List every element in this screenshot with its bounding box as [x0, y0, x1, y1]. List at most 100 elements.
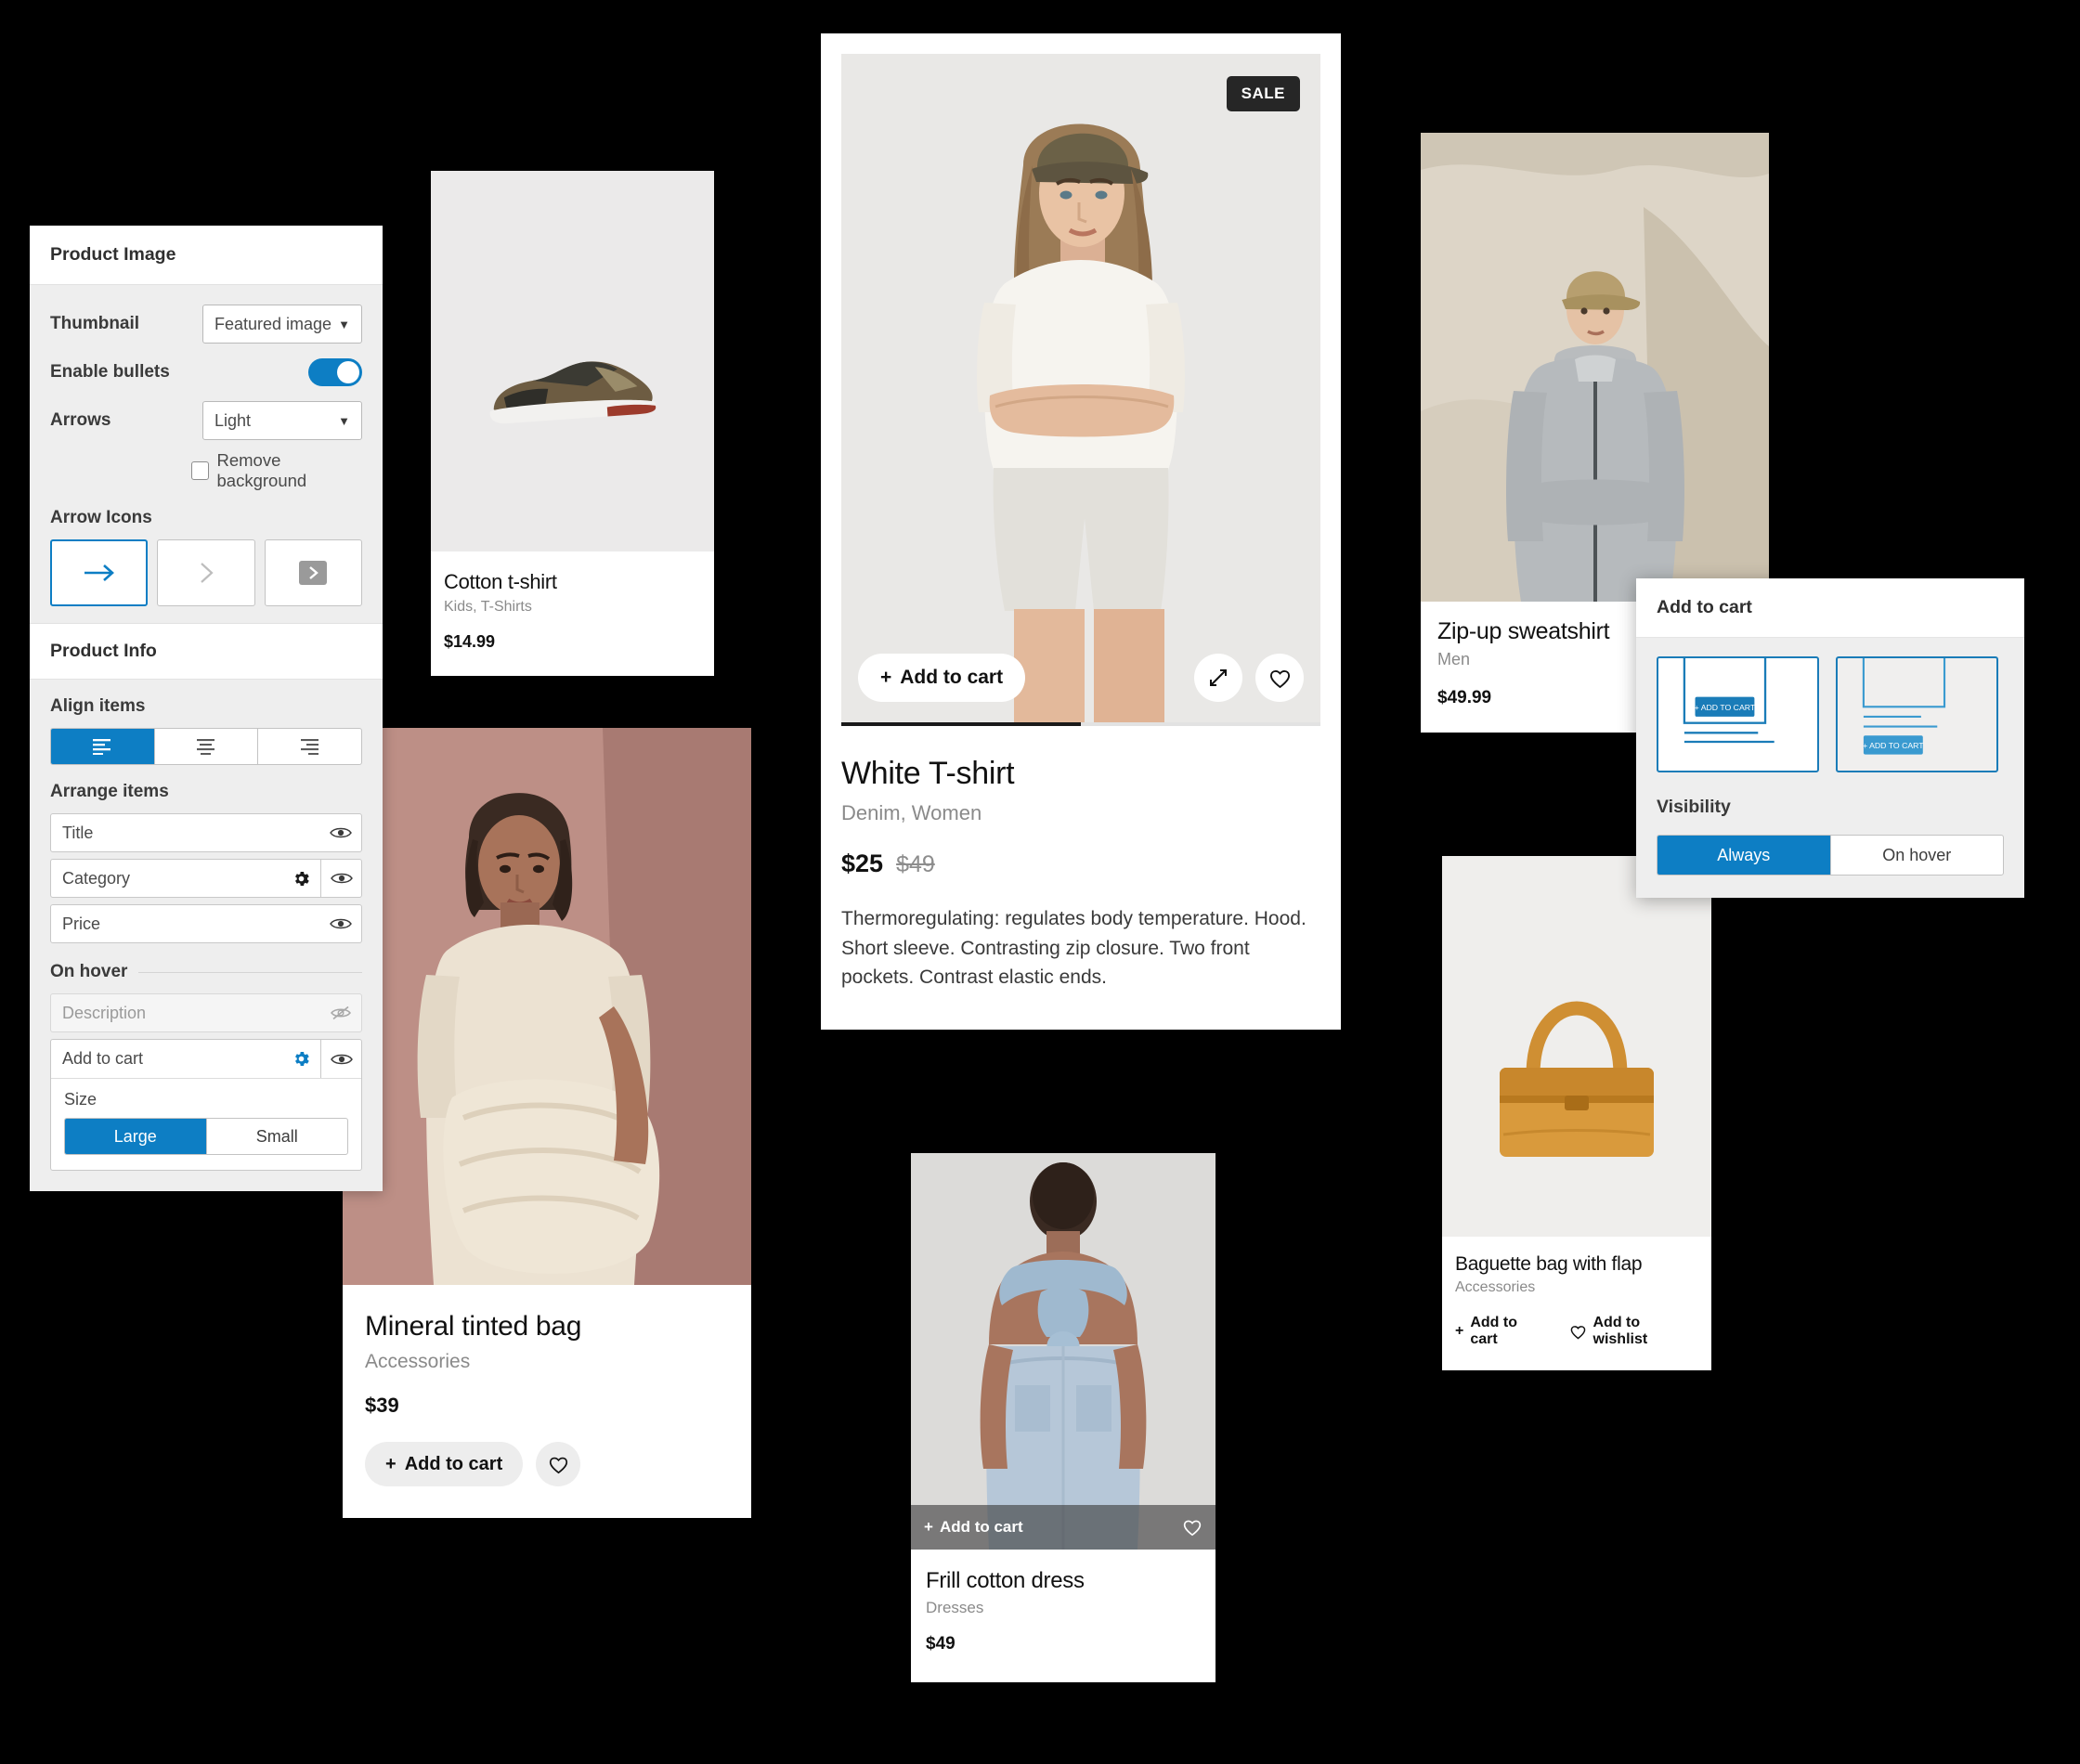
align-center-icon: [197, 739, 214, 755]
align-left-icon: [93, 739, 111, 755]
product-image-overlay-actions: + Add to cart: [841, 654, 1320, 722]
product-title: White T-shirt: [841, 756, 1015, 791]
visibility-option-always[interactable]: Always: [1658, 836, 1831, 875]
wishlist-button[interactable]: [1255, 654, 1304, 702]
toggle-knob: [337, 361, 359, 383]
remove-background-checkbox[interactable]: [191, 461, 209, 480]
arrow-icon-option-boxed-chevron[interactable]: [264, 539, 363, 606]
add-to-wishlist-button[interactable]: Add to wishlist: [1569, 1315, 1698, 1348]
product-info-baguette-bag: Baguette bag with flap Accessories + Add…: [1442, 1237, 1711, 1370]
settings-gear-icon: [295, 871, 309, 886]
size-option-large[interactable]: Large: [65, 1119, 207, 1154]
product-image-cotton-tshirt: [431, 171, 714, 551]
layout-option-below-info[interactable]: + ADD TO CART: [1836, 656, 1998, 772]
chevron-down-icon: ▼: [338, 317, 350, 331]
thumbnail-value: Featured image: [214, 314, 332, 333]
add-to-cart-label: Add to cart: [1470, 1315, 1517, 1347]
size-label: Size: [64, 1090, 98, 1109]
wishlist-button[interactable]: [536, 1442, 581, 1486]
product-card-mineral-bag[interactable]: Mineral tinted bag Accessories $39 + Add…: [343, 728, 751, 1518]
product-image-white-tshirt: SALE + Add to cart: [841, 54, 1320, 722]
popup-title: Add to cart: [1636, 578, 2024, 638]
arrange-item-category[interactable]: Category: [50, 859, 362, 898]
add-to-cart-button[interactable]: + Add to cart: [924, 1518, 1023, 1537]
product-card-white-tshirt[interactable]: SALE + Add to cart White T-shirt Denim, …: [821, 33, 1341, 1030]
eye-icon[interactable]: [320, 905, 361, 942]
eye-visible-icon: [330, 1054, 353, 1064]
thumbnail-row: Thumbnail Featured image ▼: [50, 300, 362, 348]
eye-off-icon[interactable]: [320, 994, 361, 1031]
add-to-wishlist-label: Add to wishlist: [1592, 1315, 1648, 1347]
eye-icon[interactable]: [320, 814, 361, 851]
size-segmented: Large Small: [64, 1118, 348, 1155]
align-right-icon: [300, 739, 318, 755]
add-to-cart-button[interactable]: + Add to cart: [858, 654, 1026, 702]
chevron-down-icon: ▼: [338, 413, 350, 428]
price-row: $25 $49: [841, 850, 1320, 878]
eye-visible-icon: [330, 918, 352, 929]
eye-icon[interactable]: [320, 1040, 361, 1078]
arrow-icons-options: [50, 539, 363, 606]
align-items-segmented: [50, 728, 362, 765]
product-info-frill-dress: Frill cotton dress Dresses $49: [911, 1550, 1216, 1682]
eye-icon[interactable]: [320, 860, 361, 897]
gear-icon[interactable]: [282, 1040, 320, 1078]
remove-background-row[interactable]: Remove background: [191, 450, 362, 491]
expand-arrows-icon: [1210, 669, 1227, 686]
product-image-settings-panel: Product Image Thumbnail Featured image ▼…: [30, 226, 383, 1191]
visibility-label: Visibility: [1657, 797, 1731, 817]
product-title: Frill cotton dress: [926, 1568, 1085, 1593]
product-info-cotton-tshirt: Cotton t-shirt Kids, T-Shirts $14.99: [431, 551, 714, 676]
arrange-item-title[interactable]: Title: [50, 813, 362, 852]
add-to-cart-button[interactable]: + Add to cart: [1455, 1315, 1549, 1348]
arrows-select[interactable]: Light ▼: [202, 401, 362, 440]
arrows-value: Light: [214, 410, 252, 430]
product-info-white-tshirt: White T-shirt Denim, Women $25 $49 Therm…: [821, 726, 1341, 1030]
plus-icon: +: [924, 1518, 933, 1536]
hover-item-description[interactable]: Description: [50, 993, 362, 1032]
product-card-baguette-bag[interactable]: Baguette bag with flap Accessories + Add…: [1442, 856, 1711, 1370]
hover-item-add-to-cart[interactable]: Add to cart: [51, 1040, 361, 1079]
arrow-icon-option-chevron[interactable]: [157, 539, 255, 606]
size-option-small[interactable]: Small: [207, 1119, 348, 1154]
heart-icon: [1269, 669, 1290, 688]
arrange-item-label: Title: [62, 823, 94, 842]
wishlist-button[interactable]: [1182, 1518, 1202, 1537]
heart-icon: [1570, 1325, 1585, 1339]
align-center-button[interactable]: [155, 729, 259, 764]
model-photo: [1421, 133, 1769, 602]
screenshot-root: Product Image Thumbnail Featured image ▼…: [0, 0, 2080, 1764]
product-card-cotton-tshirt[interactable]: Cotton t-shirt Kids, T-Shirts $14.99: [431, 171, 714, 676]
thumbnail-label: Thumbnail: [50, 314, 140, 333]
sneaker-photo: [489, 361, 656, 423]
product-description: Thermoregulating: regulates body tempera…: [841, 908, 1306, 988]
product-card-frill-dress[interactable]: + Add to cart Frill cotton dress Dresses…: [911, 1153, 1216, 1682]
product-actions: + Add to cart: [365, 1442, 729, 1486]
arrange-items-label: Arrange items: [50, 782, 169, 801]
plus-icon: +: [880, 667, 892, 688]
expand-button[interactable]: [1194, 654, 1242, 702]
arrow-icons-label: Arrow Icons: [50, 508, 152, 527]
hover-item-add-to-cart-group: Add to cart Size Large Small: [50, 1039, 362, 1171]
enable-bullets-toggle[interactable]: [308, 358, 362, 386]
visibility-option-on-hover[interactable]: On hover: [1831, 836, 2004, 875]
align-left-button[interactable]: [51, 729, 155, 764]
product-price: $39: [365, 1394, 399, 1417]
product-title: Baguette bag with flap: [1455, 1253, 1643, 1275]
layout-button-label: + ADD TO CART: [1695, 703, 1756, 712]
thumbnail-select[interactable]: Featured image ▼: [202, 305, 362, 344]
arrange-item-price[interactable]: Price: [50, 904, 362, 943]
layout-option-overlay-on-image[interactable]: + ADD TO CART: [1657, 656, 1819, 772]
eye-hidden-icon: [331, 1005, 351, 1020]
visibility-segmented: Always On hover: [1657, 835, 2004, 876]
align-right-button[interactable]: [258, 729, 361, 764]
add-to-cart-button[interactable]: + Add to cart: [365, 1442, 524, 1486]
plus-icon: +: [1455, 1323, 1464, 1339]
add-to-cart-label: Add to cart: [900, 667, 1004, 688]
product-image-mineral-bag: [343, 728, 751, 1285]
arrow-icon-option-long-arrow[interactable]: [50, 539, 149, 606]
gear-icon[interactable]: [282, 860, 320, 897]
settings-gear-icon-active: [295, 1051, 309, 1067]
product-price: $49: [926, 1634, 956, 1654]
arrange-item-label: Category: [62, 868, 131, 888]
